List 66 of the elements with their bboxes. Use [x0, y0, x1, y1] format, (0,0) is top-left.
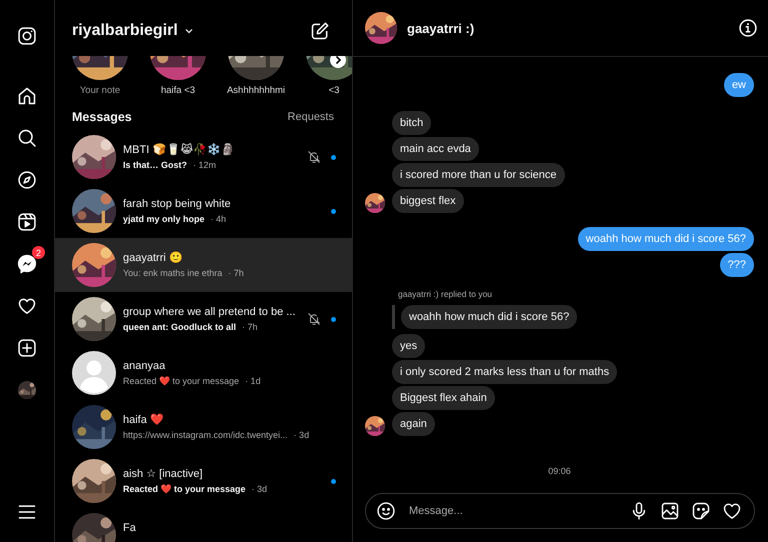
message-preview: You: enk maths ine ethra [123, 268, 222, 279]
conversation-item[interactable]: farah stop being white yjatd my only hope · 4h [55, 184, 352, 238]
note-item[interactable]: Ashhhhhhhmi [228, 56, 284, 100]
message-preview: yjatd my only hope [123, 214, 205, 224]
message-time: · 3d [252, 484, 268, 495]
message-preview: Is that… Gost? [123, 160, 188, 171]
image-icon[interactable] [660, 501, 680, 521]
message-time: · 7h [228, 268, 244, 279]
received-message: bitch [392, 111, 432, 135]
received-message: Biggest flex ahain [392, 386, 495, 410]
conversation-name: ananyaa [123, 360, 166, 372]
conversation-item[interactable]: group where we all pretend to be ... queen ant: Goodluck to all · 7h [55, 292, 352, 346]
received-message: i scored more than u for science [392, 163, 565, 187]
account-switcher[interactable]: riyalbarbiegirl [72, 22, 194, 40]
message-field[interactable]: Message... [407, 504, 618, 518]
message-preview: Reacted ❤ to your message [123, 484, 246, 495]
message-time: · 1d [245, 376, 261, 386]
sticker-icon[interactable] [691, 501, 711, 521]
heart-icon[interactable] [722, 501, 742, 521]
timestamp: 09:06 [548, 466, 571, 476]
received-message: yes [392, 334, 426, 358]
person-silhouette-icon [72, 351, 116, 395]
unread-dot [331, 478, 336, 484]
message-time: · 3d [294, 430, 310, 441]
conversation-name: Fa [123, 522, 137, 534]
conversation-name: farah stop being white [123, 198, 232, 210]
conversation-item[interactable]: MBTI 🍞🥛😹🥀❄🗿 Is that… Gost? · 12m [55, 130, 352, 184]
received-message: biggest flex [392, 189, 464, 213]
quoted-message: woahh how much did i score 56? [401, 305, 578, 329]
message-time: · 4h [210, 214, 226, 224]
next-arrow-icon[interactable] [330, 56, 346, 68]
conversation-item[interactable]: aish ☆ [inactive] Reacted ❤ to your message · 3d [55, 454, 352, 508]
conversation-item[interactable]: Fa [55, 508, 352, 542]
info-button[interactable] [738, 18, 758, 38]
sent-message: ew [724, 73, 754, 97]
note-item[interactable]: haifa <3 [150, 56, 206, 100]
conversation-name: MBTI 🍞🥛😹🥀❄🗿 [123, 143, 236, 156]
message-preview: Reacted ❤ to your message [123, 376, 240, 386]
unread-count-badge: 2 [32, 246, 45, 259]
conversation-item[interactable]: haifa ❤ https://www.instagram.com/idc.twentyei... · 3d [55, 400, 352, 454]
conversation-name: gaayatrri 🙂 [123, 251, 184, 264]
message-preview: queen ant: Goodluck to all [123, 322, 236, 332]
received-message: main acc evda [392, 137, 479, 161]
sent-message: ??? [720, 253, 754, 277]
messages-heading: Messages [72, 110, 132, 124]
conversation-item[interactable]: ananyaa Reacted ❤ to your message · 1d [55, 346, 352, 400]
received-message: again [392, 412, 435, 436]
emoji-icon[interactable] [376, 501, 396, 521]
reply-label: gaayatrri :) replied to you [398, 289, 492, 299]
unread-dot [331, 154, 336, 160]
unread-dot [331, 208, 336, 214]
message-time: · 7h [242, 322, 258, 332]
conversation-name: haifa ❤ [123, 413, 165, 426]
conversation-name: group where we all pretend to be ... [123, 306, 296, 318]
note-item[interactable]: Your note [72, 56, 128, 100]
requests-link[interactable]: Requests [288, 111, 334, 123]
sent-message: woahh how much did i score 56? [578, 227, 754, 251]
message-time: · 12m [193, 160, 216, 171]
chat-contact-name: gaayatrri :) [407, 20, 476, 36]
chevron-down-icon [184, 26, 194, 36]
conversation-name: aish ☆ [inactive] [123, 467, 204, 480]
message-preview: https://www.instagram.com/idc.twentyei... [123, 430, 288, 441]
received-message: i only scored 2 marks less than u for maths [392, 360, 618, 384]
new-message-button[interactable] [310, 21, 330, 41]
conversation-item[interactable]: gaayatrri 🙂 You: enk maths ine ethra · 7h [55, 238, 352, 292]
unread-dot [331, 316, 336, 322]
